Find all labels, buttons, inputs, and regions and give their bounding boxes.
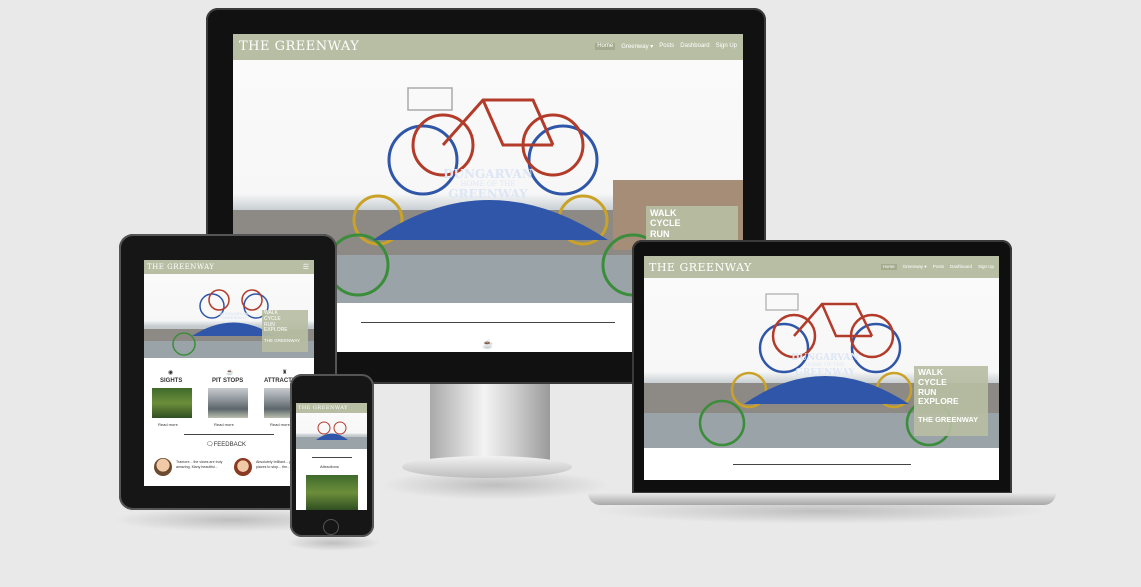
sign-line-3: GREENWAY <box>448 186 528 201</box>
laptop-navbar: THE GREENWAY Home Greenway ▾ Posts Dashb… <box>644 256 999 278</box>
nav-posts[interactable]: Posts <box>659 43 674 50</box>
chat-icon: 🗨 <box>206 442 214 448</box>
sights-link[interactable]: Read more <box>158 422 178 427</box>
phone-hero-bike <box>296 421 367 449</box>
laptop-nav-greenway[interactable]: Greenway ▾ <box>903 264 927 270</box>
avatar-male <box>154 458 172 476</box>
laptop-tagline-cta[interactable]: THE GREENWAY <box>918 415 984 425</box>
tagline-walk: WALK <box>650 208 677 218</box>
sights-thumbnail[interactable] <box>152 388 192 418</box>
hero-sign-text: DUNGARVAN HOME OF THE GREENWAY <box>423 168 553 201</box>
laptop-hero-tagline: WALK CYCLE RUN EXPLORE THE GREENWAY <box>914 366 988 436</box>
phone-hero-image <box>296 413 367 449</box>
laptop-site: THE GREENWAY Home Greenway ▾ Posts Dashb… <box>644 256 999 480</box>
laptop-nav-dashboard[interactable]: Dashboard <box>950 264 972 270</box>
phone-section-attractions: Attractions <box>320 464 339 469</box>
laptop-nav-posts[interactable]: Posts <box>933 264 944 270</box>
phone-thumbnail[interactable] <box>306 475 358 510</box>
avatar-female <box>234 458 252 476</box>
tablet-hero-image: DUNGARVAN GREENWAY WALK CYCLE RUN EXPLOR… <box>144 274 314 358</box>
nav-dashboard[interactable]: Dashboard <box>680 43 709 50</box>
monitor-stand-base <box>402 456 572 478</box>
laptop-brand-logo[interactable]: THE GREENWAY <box>649 261 752 274</box>
section-pit-stops: PIT STOPS <box>212 378 244 384</box>
tablet-tagline-cta[interactable]: THE GREENWAY <box>264 338 306 343</box>
phone-home-button[interactable] <box>323 519 339 535</box>
brand-logo[interactable]: THE GREENWAY <box>239 39 359 54</box>
monitor-stand <box>430 383 550 463</box>
section-sights: SIGHTS <box>160 378 183 384</box>
tablet-sign-line-2: GREENWAY <box>220 315 248 321</box>
tablet-hero-tagline: WALK CYCLE RUN EXPLORE THE GREENWAY <box>262 310 308 352</box>
tablet-sign-text: DUNGARVAN GREENWAY <box>204 311 264 321</box>
pit-stops-link[interactable]: Read more <box>214 422 234 427</box>
laptop-section-divider <box>733 464 911 465</box>
feedback-text-left: Tramore... the views are truly amazing. … <box>176 460 223 469</box>
laptop-sign-line-3: GREENWAY <box>795 367 855 378</box>
attractions-link[interactable]: Read more <box>270 422 290 427</box>
tagline-cycle: CYCLE <box>650 218 681 229</box>
tablet-brand-logo[interactable]: THE GREENWAY <box>147 263 215 271</box>
section-divider <box>361 322 615 323</box>
laptop-nav-links: Home Greenway ▾ Posts Dashboard Sign Up <box>875 264 994 270</box>
nav-greenway-dropdown[interactable]: Greenway ▾ <box>621 43 653 50</box>
tablet-site: THE GREENWAY ☰ DUNGARVAN GREENWAY WALK C… <box>144 260 314 486</box>
feedback-title: FEEDBACK <box>213 442 246 448</box>
nav-sign-up[interactable]: Sign Up <box>716 43 737 50</box>
nav-links: Home Greenway ▾ Posts Dashboard Sign Up <box>589 43 737 50</box>
phone-brand-logo[interactable]: THE GREENWAY <box>298 405 348 411</box>
tagline-run: RUN <box>650 228 670 239</box>
phone-navbar: THE GREENWAY <box>296 403 367 413</box>
section-attractions: ATTRACTI <box>264 378 294 384</box>
laptop-tagline-explore: EXPLORE <box>918 396 959 407</box>
pit-stops-thumbnail[interactable] <box>208 388 248 418</box>
phone-divider <box>312 457 352 458</box>
laptop-base <box>588 493 1056 505</box>
tablet-tagline-explore: EXPLORE <box>264 327 288 334</box>
castle-icon: ♜ <box>282 370 288 376</box>
section-feedback: 🗨FEEDBACK <box>206 441 246 448</box>
mug-icon: ☕ <box>226 370 234 376</box>
phone-shadow <box>285 535 381 551</box>
laptop-hero-image: DUNGARVAN HOME OF THE GREENWAY WALK CYCL… <box>644 278 999 448</box>
laptop-sign-text: DUNGARVAN HOME OF THE GREENWAY <box>780 353 870 378</box>
coffee-icon: ☕ <box>482 339 494 349</box>
binoculars-icon: ◉ <box>168 370 174 376</box>
tablet-navbar: THE GREENWAY ☰ <box>144 260 314 274</box>
laptop-nav-home[interactable]: Home <box>880 264 897 270</box>
nav-home[interactable]: Home <box>595 43 616 50</box>
navbar: THE GREENWAY Home Greenway ▾ Posts Dashb… <box>233 34 743 60</box>
sign-line-1: DUNGARVAN <box>443 167 533 181</box>
laptop-nav-sign-up[interactable]: Sign Up <box>978 264 994 270</box>
tablet-divider <box>184 434 274 435</box>
menu-icon[interactable]: ☰ <box>303 263 309 271</box>
phone-site: THE GREENWAY Attractions <box>296 403 367 510</box>
